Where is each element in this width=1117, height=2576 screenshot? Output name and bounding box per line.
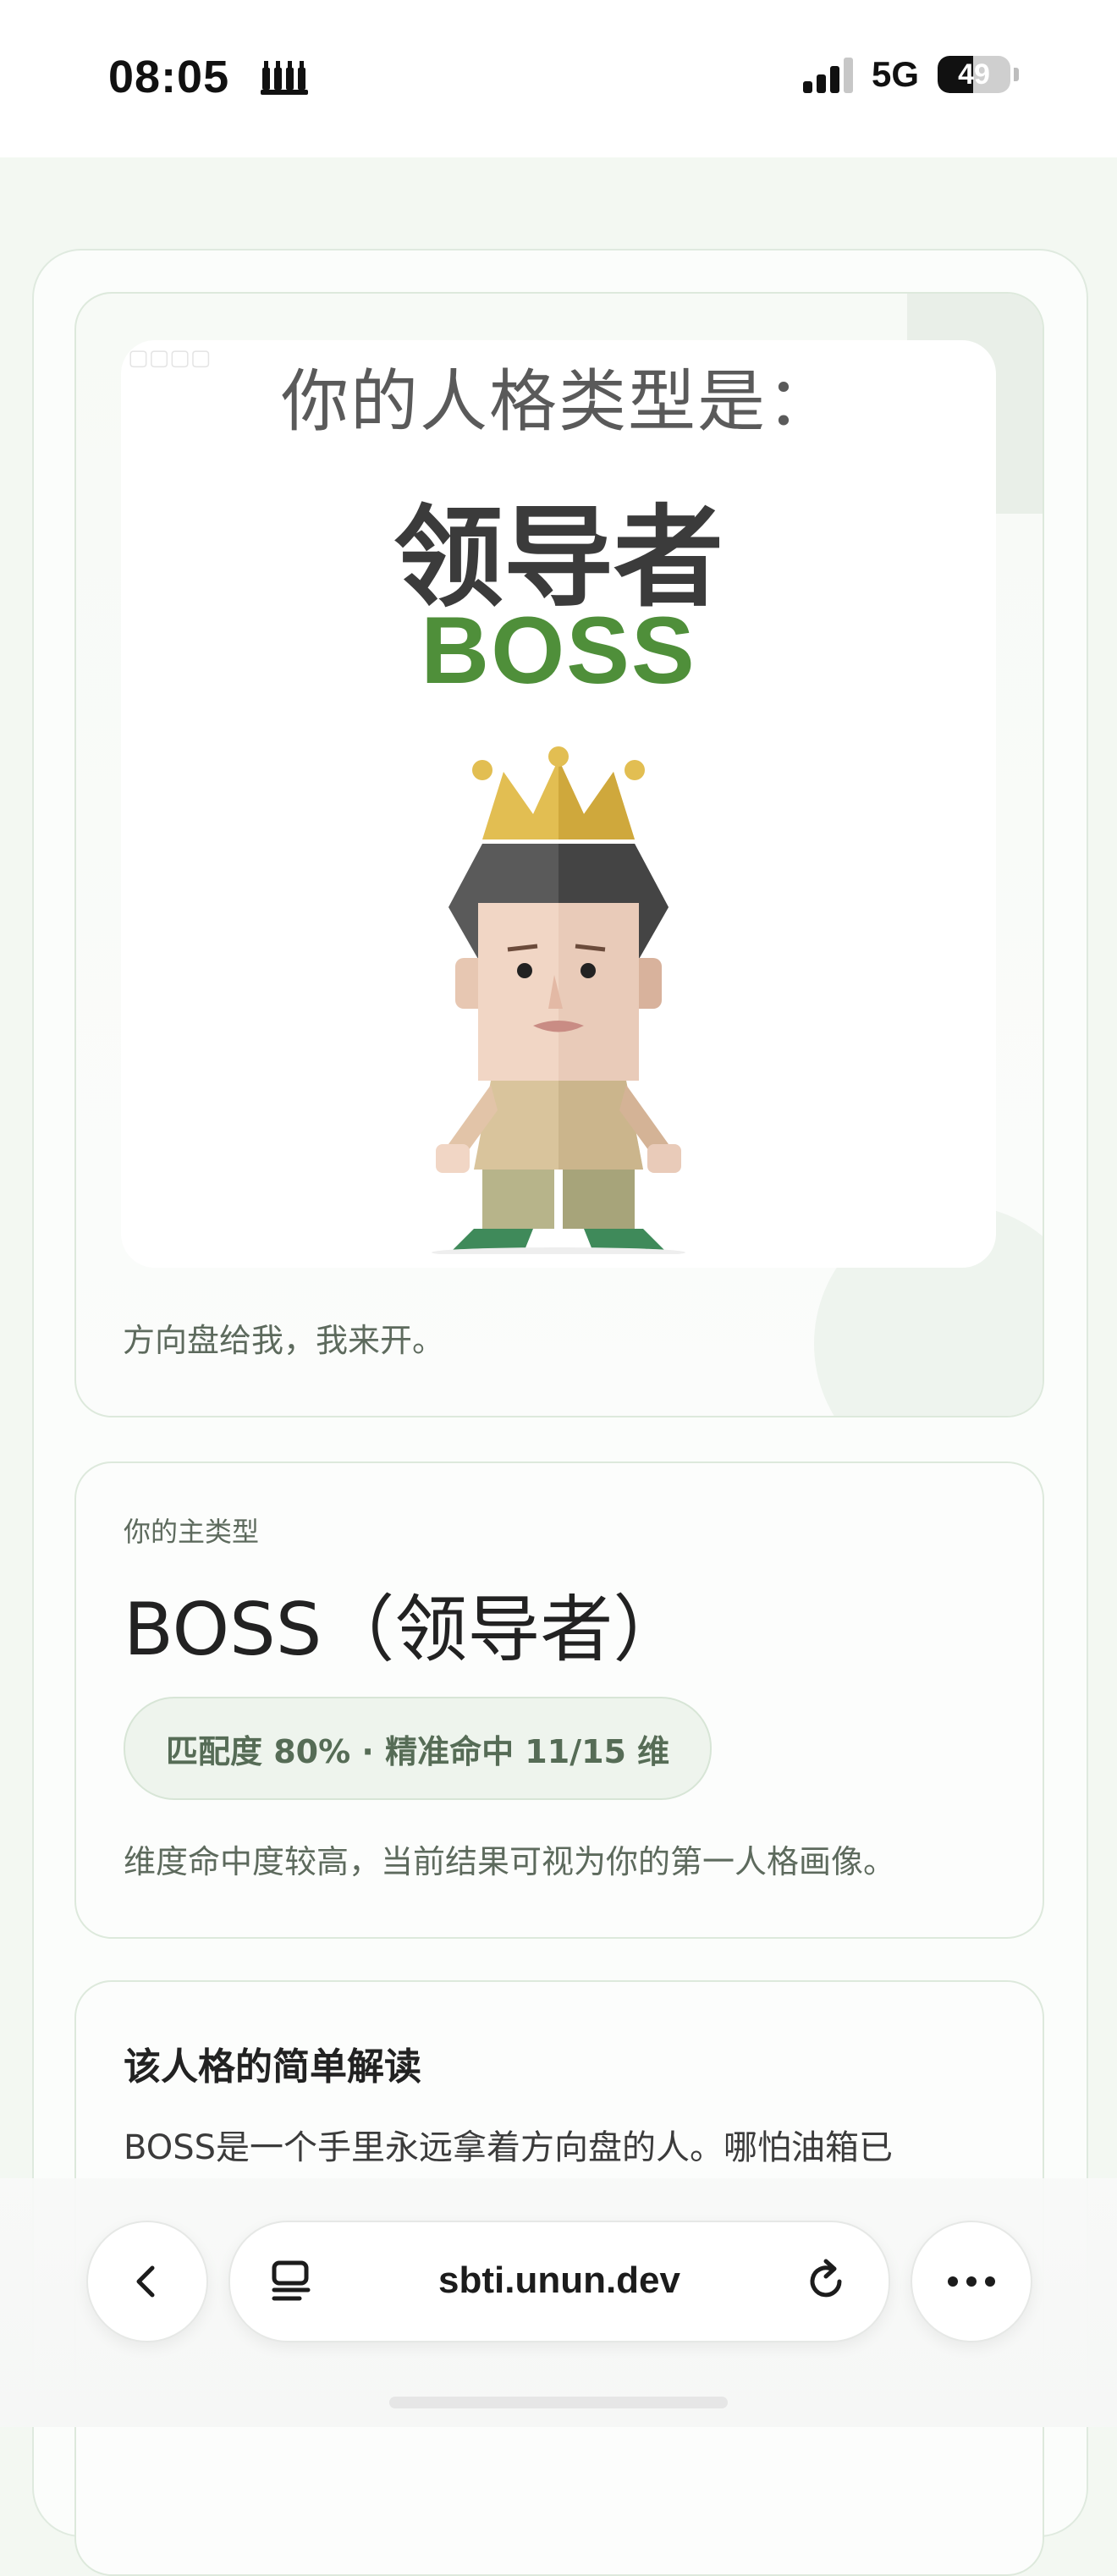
stacked-bottles-icon — [259, 59, 311, 106]
interpretation-title: 该人格的简单解读 — [124, 2045, 421, 2089]
more-icon — [948, 2276, 995, 2287]
crowned-boss-character — [432, 746, 685, 1254]
url-text[interactable]: sbti.unun.dev — [230, 2260, 889, 2302]
battery-percent: 49 — [958, 58, 990, 91]
address-bar[interactable]: sbti.unun.dev — [228, 2221, 890, 2342]
battery-cap — [1014, 68, 1019, 81]
result-note: 维度命中度较高，当前结果可视为你的第一人格画像。 — [124, 1843, 896, 1880]
cellular-signal-icon — [802, 56, 853, 93]
back-button[interactable] — [86, 2221, 208, 2342]
result-eyebrow: 你的主类型 — [124, 1516, 260, 1548]
result-summary-card: 你的主类型 BOSS（领导者） 匹配度 80% · 精准命中 11/15 维 维… — [74, 1461, 1044, 1939]
poster-type-en: BOSS — [421, 597, 696, 703]
chevron-left-icon — [136, 2265, 155, 2298]
match-badge: 匹配度 80% · 精准命中 11/15 维 — [124, 1697, 713, 1800]
result-title: BOSS（领导者） — [124, 1588, 686, 1672]
status-bar: 08:05 5G 49 — [0, 0, 1117, 157]
network-type: 5G — [871, 54, 919, 94]
home-indicator[interactable] — [389, 2397, 728, 2408]
interpretation-body: BOSS是一个手里永远拿着方向盘的人。哪怕油箱已 — [124, 2128, 894, 2167]
personality-poster-image: ▢▢▢▢ 你的人格类型是： 领导者 BOSS — [121, 340, 996, 1268]
poster-heading: 你的人格类型是： — [281, 362, 836, 441]
status-time: 08:05 — [108, 52, 230, 102]
hero-caption: 方向盘给我，我来开。 — [123, 1322, 445, 1359]
battery-icon: 49 — [938, 56, 1010, 93]
reload-icon[interactable] — [801, 2256, 851, 2307]
more-button[interactable] — [911, 2221, 1032, 2342]
